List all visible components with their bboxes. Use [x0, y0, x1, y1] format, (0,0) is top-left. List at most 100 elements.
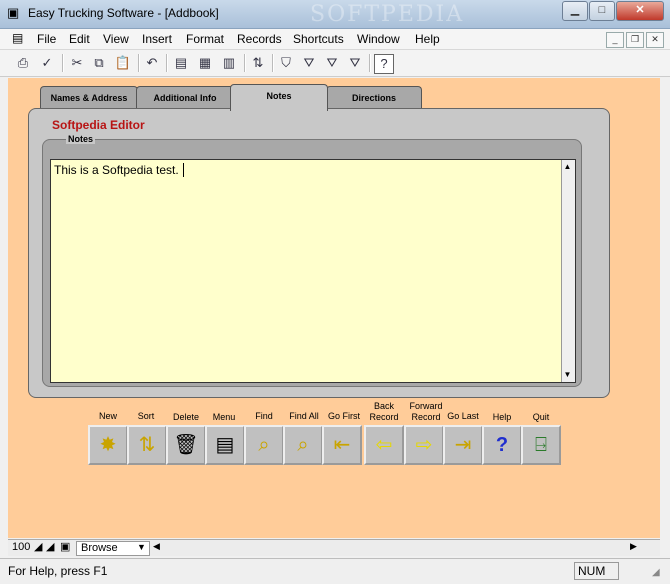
menu-button[interactable]: ▤	[205, 425, 245, 465]
tab-directions[interactable]: Directions	[326, 86, 422, 109]
menu-icon: ▤	[215, 434, 235, 456]
scroll-right-arrow-icon[interactable]: ▶	[630, 541, 637, 552]
menu-edit[interactable]: Edit	[69, 32, 90, 46]
mdi-restore-button[interactable]: ❐	[626, 32, 644, 48]
find-icon: ⌕	[258, 434, 270, 456]
toolbar: ⎙ ✓ ✂ ⧉ 📋 ↶ ▤ ▦ ▥ ⇅ ⛉ ⛛ ⛛ ⛛ ?	[0, 50, 670, 77]
menu-view[interactable]: View	[103, 32, 129, 46]
zoom-out-icon[interactable]: ◢	[34, 540, 42, 553]
zoom-level[interactable]: 100	[12, 541, 30, 553]
layout-icon[interactable]: ▣	[60, 540, 70, 553]
trash-icon: 🗑	[173, 434, 199, 456]
find-all-label: Find All	[289, 411, 319, 421]
watermark: SOFTPEDIA	[310, 2, 465, 27]
go-last-label: Go Last	[447, 411, 479, 421]
undo-icon[interactable]: ↶	[143, 54, 161, 72]
window-title: Easy Trucking Software - [Addbook]	[28, 6, 219, 20]
document-icon[interactable]: ▤	[12, 31, 23, 45]
text-cursor	[183, 163, 184, 177]
toolbar-separator	[166, 54, 168, 72]
spellcheck-icon[interactable]: ✓	[38, 54, 56, 72]
go-last-button[interactable]: ⇥	[443, 425, 483, 465]
menu-label: Menu	[212, 412, 236, 422]
notes-scrollbar[interactable]: ▲ ▼	[561, 160, 575, 382]
delete-button[interactable]: 🗑	[166, 425, 206, 465]
sort-label: Sort	[137, 411, 155, 421]
question-icon: ?	[495, 434, 509, 456]
list-icon[interactable]: ▥	[220, 54, 238, 72]
new-record-icon: ✸	[99, 434, 117, 456]
filter-icon[interactable]: ⛉	[277, 54, 295, 72]
minimize-button[interactable]: ▁	[562, 1, 588, 21]
sort-icon: ⇅	[138, 434, 156, 456]
go-last-icon: ⇥	[454, 434, 472, 456]
mode-value: Browse	[81, 542, 118, 554]
menu-file[interactable]: File	[37, 32, 56, 46]
find-all-button[interactable]: ⌕	[283, 425, 323, 465]
print-icon[interactable]: ⎙	[14, 54, 32, 72]
mdi-close-button[interactable]: ✕	[646, 32, 664, 48]
tab-names-address[interactable]: Names & Address	[40, 86, 138, 109]
notes-group-label: Notes	[66, 134, 96, 144]
sort-toolbar-icon[interactable]: ⇅	[249, 54, 267, 72]
new-button[interactable]: ✸	[88, 425, 128, 465]
mdi-minimize-button[interactable]: _	[606, 32, 624, 48]
go-first-label: Go First	[327, 411, 360, 421]
exit-door-icon: ⍈	[535, 434, 547, 456]
find-button[interactable]: ⌕	[244, 425, 284, 465]
go-first-button[interactable]: ⇤	[322, 425, 362, 465]
forward-record-label: Forward Record	[409, 401, 443, 422]
report-icon[interactable]: ▦	[196, 54, 214, 72]
filter-apply-icon[interactable]: ⛛	[300, 54, 318, 72]
help-button[interactable]: ?	[482, 425, 522, 465]
toolbar-separator	[272, 54, 274, 72]
menu-format[interactable]: Format	[186, 32, 224, 46]
toolbar-separator	[369, 54, 371, 72]
toolbar-separator	[138, 54, 140, 72]
go-first-icon: ⇤	[333, 434, 351, 456]
arrow-left-icon: ⇦	[375, 434, 393, 456]
help-icon[interactable]: ?	[374, 54, 394, 74]
record-navigation-bar: 100 ◢ ◢ ▣ Browse ▼ ◀ ▶	[8, 539, 660, 556]
filter-form-icon[interactable]: ⛛	[323, 54, 341, 72]
forward-record-button[interactable]: ⇨	[404, 425, 444, 465]
status-bar: For Help, press F1 NUM ◢	[0, 558, 670, 584]
notes-textarea[interactable]: This is a Softpedia test. ▲ ▼	[50, 159, 576, 383]
new-label: New	[98, 411, 117, 421]
scroll-down-arrow-icon[interactable]: ▼	[562, 369, 573, 380]
close-button[interactable]: ✕	[616, 1, 664, 21]
copy-icon[interactable]: ⧉	[90, 54, 108, 72]
app-icon[interactable]: ▣	[7, 5, 23, 21]
find-all-icon: ⌕	[297, 434, 309, 456]
tab-notes[interactable]: Notes	[230, 84, 328, 111]
scroll-left-arrow-icon[interactable]: ◀	[153, 541, 160, 552]
toolbar-separator	[244, 54, 246, 72]
menu-records[interactable]: Records	[237, 32, 282, 46]
arrow-right-icon: ⇨	[415, 434, 433, 456]
cut-icon[interactable]: ✂	[68, 54, 86, 72]
scroll-up-arrow-icon[interactable]: ▲	[562, 161, 573, 172]
menu-window[interactable]: Window	[357, 32, 400, 46]
editor-title: Softpedia Editor	[52, 118, 145, 132]
maximize-button[interactable]: □	[589, 1, 615, 21]
zoom-in-icon[interactable]: ◢	[46, 540, 54, 553]
num-lock-indicator: NUM	[574, 562, 619, 580]
filter-remove-icon[interactable]: ⛛	[346, 54, 364, 72]
status-help-text: For Help, press F1	[8, 564, 108, 578]
form-icon[interactable]: ▤	[172, 54, 190, 72]
back-record-button[interactable]: ⇦	[364, 425, 404, 465]
chevron-down-icon: ▼	[137, 542, 146, 552]
mode-select[interactable]: Browse ▼	[76, 541, 150, 556]
toolbar-separator	[62, 54, 64, 72]
notes-text: This is a Softpedia test.	[54, 163, 179, 177]
menu-help[interactable]: Help	[415, 32, 440, 46]
paste-icon[interactable]: 📋	[114, 54, 132, 72]
sort-button[interactable]: ⇅	[127, 425, 167, 465]
resize-grip-icon[interactable]: ◢	[652, 567, 660, 578]
quit-label: Quit	[532, 412, 550, 422]
menu-shortcuts[interactable]: Shortcuts	[293, 32, 344, 46]
quit-button[interactable]: ⍈	[521, 425, 561, 465]
tab-additional-info[interactable]: Additional Info	[136, 86, 234, 109]
menu-insert[interactable]: Insert	[142, 32, 172, 46]
delete-label: Delete	[172, 412, 199, 422]
